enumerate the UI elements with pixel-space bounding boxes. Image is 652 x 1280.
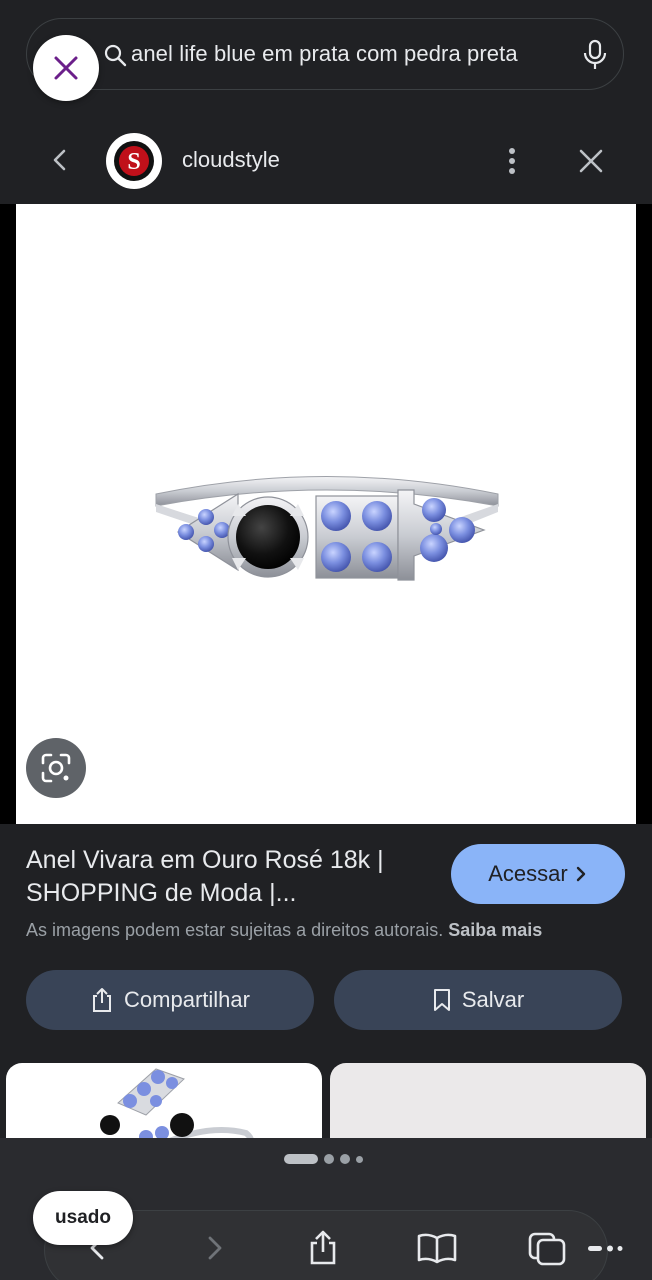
- result-title[interactable]: Anel Vivara em Ouro Rosé 18k | SHOPPING …: [26, 844, 426, 910]
- copyright-note: As imagens podem estar sujeitas a direit…: [26, 920, 542, 941]
- close-icon[interactable]: [576, 146, 606, 176]
- visit-button[interactable]: Acessar: [451, 844, 625, 904]
- page-dot: [356, 1155, 363, 1163]
- page-dot: [340, 1154, 350, 1164]
- lens-search-button[interactable]: [26, 738, 86, 798]
- result-title-line1: Anel Vivara em Ouro Rosé 18k |: [26, 846, 384, 874]
- more-horizontal-icon[interactable]: [584, 1230, 624, 1266]
- chevron-right-icon: [576, 866, 585, 882]
- source-header: S cloudstyle: [0, 130, 652, 192]
- image-viewer[interactable]: [0, 204, 652, 824]
- page: anel life blue em prata com pedra preta …: [0, 0, 652, 1280]
- share-button[interactable]: Compartilhar: [26, 970, 314, 1030]
- ring-image: [155, 476, 499, 581]
- save-label: Salvar: [461, 987, 525, 1012]
- share-icon: [93, 988, 112, 1012]
- source-name[interactable]: cloudstyle: [182, 147, 280, 173]
- search-bar[interactable]: anel life blue em prata com pedra preta: [26, 18, 624, 90]
- source-avatar[interactable]: S: [106, 133, 162, 189]
- tabs-icon[interactable]: [528, 1230, 568, 1266]
- forward-arrow-icon[interactable]: [196, 1230, 232, 1266]
- share-label: Compartilhar: [124, 987, 250, 1012]
- svg-text:S: S: [127, 149, 140, 175]
- lens-icon: [41, 753, 71, 783]
- source-logo: S: [114, 141, 154, 181]
- visit-button-label: Acessar: [488, 861, 568, 886]
- page-dot: [324, 1154, 334, 1164]
- page-indicator: [284, 1154, 363, 1164]
- bookmark-icon: [433, 989, 450, 1011]
- save-button[interactable]: Salvar: [334, 970, 622, 1030]
- page-dot-active: [284, 1154, 318, 1164]
- close-search-button[interactable]: [33, 35, 99, 101]
- product-image[interactable]: [16, 204, 636, 824]
- learn-more-link[interactable]: Saiba mais: [448, 920, 542, 940]
- more-vertical-icon[interactable]: [500, 144, 524, 178]
- used-chip[interactable]: usado: [33, 1191, 133, 1245]
- search-query[interactable]: anel life blue em prata com pedra preta: [131, 41, 518, 67]
- back-arrow-icon[interactable]: [46, 146, 74, 174]
- mic-icon[interactable]: [581, 39, 609, 71]
- book-icon[interactable]: [416, 1230, 458, 1266]
- close-icon: [54, 56, 78, 80]
- result-title-line2: SHOPPING de Moda |...: [26, 879, 297, 907]
- copyright-text: As imagens podem estar sujeitas a direit…: [26, 920, 444, 940]
- share-icon[interactable]: [305, 1230, 341, 1266]
- search-icon[interactable]: [103, 43, 127, 67]
